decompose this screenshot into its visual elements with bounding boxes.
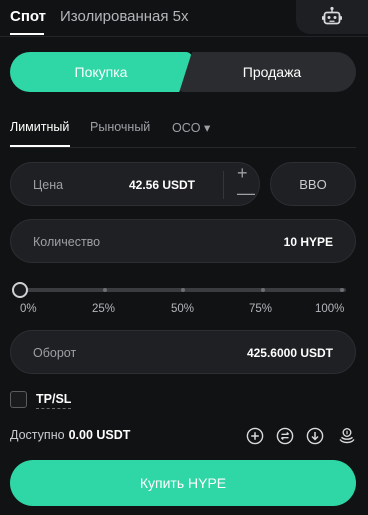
coins-icon[interactable]	[338, 427, 356, 445]
slider-label-75: 75%	[249, 303, 273, 315]
trading-bot-button[interactable]	[296, 0, 368, 34]
top-divider	[0, 36, 368, 37]
tpsl-label[interactable]: TP/SL	[36, 392, 71, 406]
slider-step-25[interactable]	[103, 288, 107, 292]
slider-label-100: 100%	[315, 303, 345, 315]
price-decrement-button[interactable]: —	[237, 183, 255, 203]
price-label: Цена	[33, 178, 64, 192]
tpsl-checkbox[interactable]	[10, 391, 27, 408]
slider-step-100[interactable]	[340, 288, 344, 292]
add-circle-icon[interactable]	[246, 427, 264, 445]
slider-handle[interactable]	[12, 282, 28, 298]
turnover-value[interactable]: 425.6000 USDT	[247, 346, 333, 360]
price-field[interactable]: Цена 42.56 USDT + —	[10, 162, 260, 206]
slider-step-50[interactable]	[181, 288, 185, 292]
balance-actions	[246, 427, 358, 445]
download-icon[interactable]	[306, 427, 324, 445]
sell-tab[interactable]: Продажа	[178, 52, 356, 92]
percent-slider[interactable]: 0% 25% 50% 75% 100%	[10, 282, 356, 318]
slider-label-0: 0%	[20, 303, 37, 315]
robot-icon	[322, 6, 342, 25]
buy-hype-button[interactable]: Купить HYPE	[10, 460, 356, 506]
available-balance: Доступно 0.00 USDT	[10, 428, 130, 442]
transfer-icon[interactable]	[276, 427, 294, 445]
price-increment-button[interactable]: +	[237, 163, 248, 183]
quantity-label: Количество	[33, 235, 101, 249]
top-tabs: Спот Изолированная 5x	[0, 0, 368, 38]
bbo-button[interactable]: BBO	[270, 162, 356, 206]
available-label: Доступно	[10, 428, 65, 442]
turnover-label: Оборот	[33, 346, 77, 360]
slider-label-50: 50%	[171, 303, 195, 315]
tpsl-dashed-underline	[36, 408, 71, 409]
tab-isolated-margin[interactable]: Изолированная 5x	[60, 8, 189, 26]
order-tabs-divider	[10, 147, 356, 148]
quantity-value[interactable]: 10 HYPE	[284, 235, 333, 249]
active-tab-underline	[10, 33, 44, 35]
tab-spot[interactable]: Спот	[10, 8, 46, 26]
price-stepper: + —	[229, 163, 259, 207]
price-value[interactable]: 42.56 USDT	[129, 178, 195, 192]
slider-step-75[interactable]	[261, 288, 265, 292]
buy-tab[interactable]: Покупка	[10, 52, 192, 92]
available-value: 0.00 USDT	[68, 428, 131, 442]
tab-limit[interactable]: Лимитный	[10, 120, 69, 134]
slider-label-25: 25%	[92, 303, 116, 315]
order-type-tabs: Лимитный Рыночный OCO ▾	[0, 112, 368, 148]
buy-sell-toggle: Продажа Покупка	[10, 52, 356, 92]
turnover-field[interactable]: Оборот 425.6000 USDT	[10, 330, 356, 374]
stepper-divider	[223, 171, 224, 199]
tab-oco-dropdown[interactable]: OCO ▾	[172, 120, 210, 135]
quantity-field[interactable]: Количество 10 HYPE	[10, 219, 356, 263]
tab-market[interactable]: Рыночный	[90, 120, 150, 134]
